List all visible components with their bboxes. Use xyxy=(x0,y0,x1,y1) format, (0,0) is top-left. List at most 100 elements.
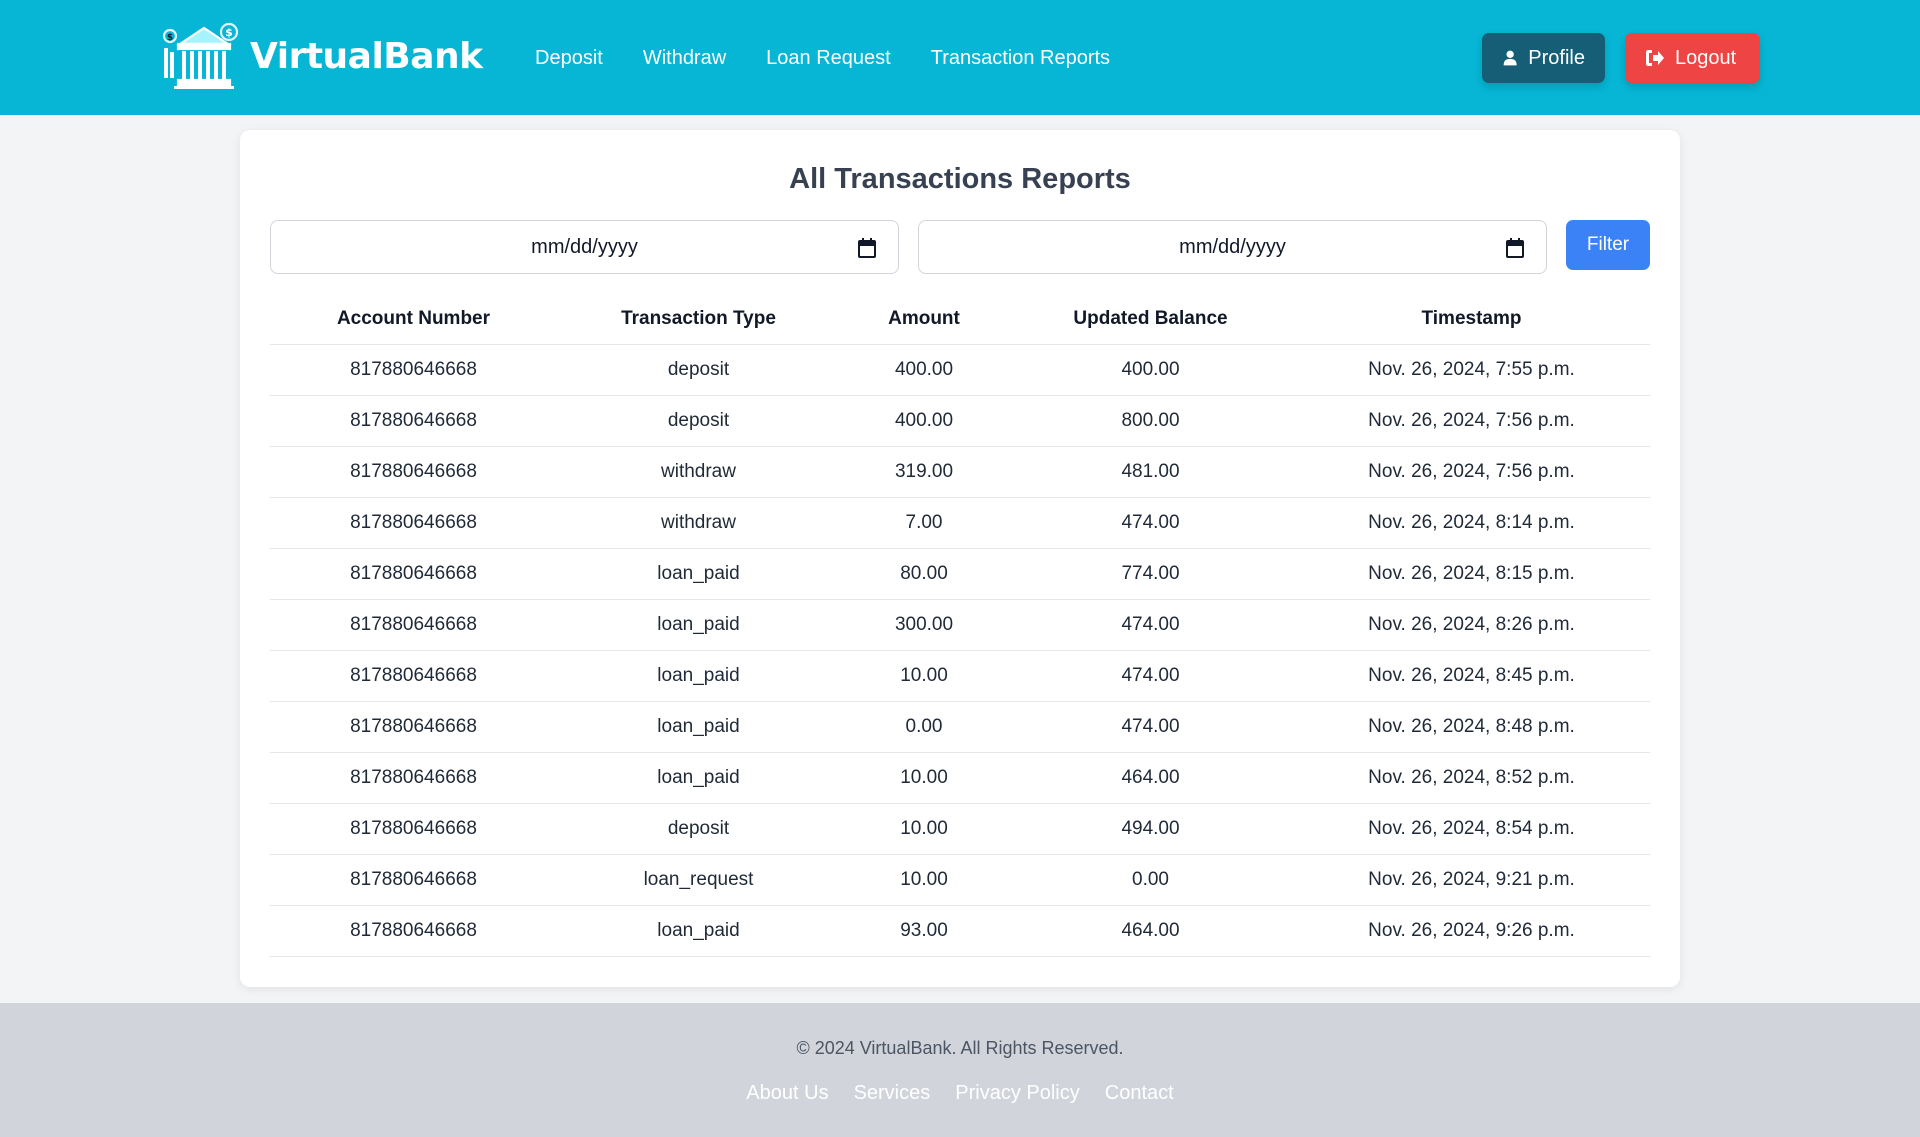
header-actions: Profile Logout xyxy=(1482,33,1760,83)
table-cell: 817880646668 xyxy=(270,905,557,957)
table-cell: 817880646668 xyxy=(270,395,557,447)
table-cell: 817880646668 xyxy=(270,599,557,651)
user-icon xyxy=(1503,50,1517,66)
calendar-icon[interactable] xyxy=(858,238,876,258)
table-body: 817880646668 deposit 400.00 400.00 Nov. 26, … xyxy=(270,344,1650,957)
footer-link-about-us[interactable]: About Us xyxy=(746,1082,828,1105)
table-row: 817880646668 loan_paid 10.00 464.00 Nov. 26,… xyxy=(270,752,1650,804)
footer-link-contact[interactable]: Contact xyxy=(1105,1082,1174,1105)
logout-button-label: Logout xyxy=(1675,46,1737,69)
table-row: 817880646668 loan_paid 80.00 774.00 Nov. 26,… xyxy=(270,548,1650,600)
table-cell: loan_paid xyxy=(557,650,840,702)
table-cell: 319.00 xyxy=(840,446,1008,498)
table-cell: loan_paid xyxy=(557,905,840,957)
table-cell: 774.00 xyxy=(1008,548,1293,600)
table-row: 817880646668 loan_request 10.00 0.00 Nov. 26… xyxy=(270,854,1650,906)
page-footer: © 2024 VirtualBank. All Rights Reserved.… xyxy=(0,1003,1920,1137)
table-cell: 817880646668 xyxy=(270,854,557,906)
table-cell: Nov. 26, 2024, 9:26 p.m. xyxy=(1293,905,1650,957)
table-cell: Nov. 26, 2024, 8:48 p.m. xyxy=(1293,701,1650,753)
table-row: 817880646668 loan_paid 300.00 474.00 Nov. 26… xyxy=(270,599,1650,651)
svg-text:$: $ xyxy=(225,26,233,39)
brand-name: VirtualBank xyxy=(250,35,483,77)
nav-deposit[interactable]: Deposit xyxy=(535,47,603,70)
table-cell: Nov. 26, 2024, 7:56 p.m. xyxy=(1293,446,1650,498)
table-cell: deposit xyxy=(557,395,840,447)
table-cell: 817880646668 xyxy=(270,497,557,549)
table-cell: 817880646668 xyxy=(270,752,557,804)
table-cell: loan_request xyxy=(557,854,840,906)
table-cell: 10.00 xyxy=(840,803,1008,855)
table-cell: loan_paid xyxy=(557,599,840,651)
table-cell: 817880646668 xyxy=(270,803,557,855)
table-row: 817880646668 loan_paid 93.00 464.00 Nov. 26,… xyxy=(270,905,1650,957)
copyright-text: © 2024 VirtualBank. All Rights Reserved. xyxy=(796,1038,1124,1058)
footer-link-privacy-policy[interactable]: Privacy Policy xyxy=(955,1082,1079,1105)
table-cell: 494.00 xyxy=(1008,803,1293,855)
table-row: 817880646668 withdraw 319.00 481.00 Nov. 26,… xyxy=(270,446,1650,498)
logout-button[interactable]: Logout xyxy=(1625,33,1760,83)
table-cell: 10.00 xyxy=(840,650,1008,702)
end-date-placeholder: mm/dd/yyyy xyxy=(1179,235,1286,258)
column-header: Timestamp xyxy=(1293,294,1650,345)
profile-button-label: Profile xyxy=(1528,46,1585,69)
table-cell: 800.00 xyxy=(1008,395,1293,447)
calendar-icon[interactable] xyxy=(1506,238,1524,258)
filter-button[interactable]: Filter xyxy=(1566,220,1650,270)
table-cell: Nov. 26, 2024, 7:55 p.m. xyxy=(1293,344,1650,396)
column-header: Account Number xyxy=(270,294,557,345)
table-header-row: Account Number Transaction Type Amount Upda… xyxy=(270,294,1650,345)
table-cell: 80.00 xyxy=(840,548,1008,600)
table-cell: Nov. 26, 2024, 8:14 p.m. xyxy=(1293,497,1650,549)
table-cell: Nov. 26, 2024, 8:26 p.m. xyxy=(1293,599,1650,651)
table-cell: deposit xyxy=(557,803,840,855)
profile-button[interactable]: Profile xyxy=(1482,33,1605,83)
table-cell: 474.00 xyxy=(1008,650,1293,702)
table-cell: 400.00 xyxy=(1008,344,1293,396)
footer-links: About Us Services Privacy Policy Contact xyxy=(0,1082,1920,1105)
table-cell: Nov. 26, 2024, 8:15 p.m. xyxy=(1293,548,1650,600)
start-date-input[interactable]: mm/dd/yyyy xyxy=(270,220,899,274)
table-cell: deposit xyxy=(557,344,840,396)
column-header: Transaction Type xyxy=(557,294,840,345)
table-cell: 93.00 xyxy=(840,905,1008,957)
table-cell: 817880646668 xyxy=(270,344,557,396)
table-row: 817880646668 deposit 10.00 494.00 Nov. 26, 2… xyxy=(270,803,1650,855)
table-cell: loan_paid xyxy=(557,752,840,804)
sign-out-icon xyxy=(1646,50,1664,66)
table-row: 817880646668 deposit 400.00 400.00 Nov. 26, … xyxy=(270,344,1650,396)
footer-link-services[interactable]: Services xyxy=(854,1082,931,1105)
table-cell: Nov. 26, 2024, 7:56 p.m. xyxy=(1293,395,1650,447)
table-cell: Nov. 26, 2024, 8:52 p.m. xyxy=(1293,752,1650,804)
table-cell: 400.00 xyxy=(840,344,1008,396)
column-header: Amount xyxy=(840,294,1008,345)
table-cell: 817880646668 xyxy=(270,548,557,600)
nav-loan-request[interactable]: Loan Request xyxy=(766,47,891,70)
table-row: 817880646668 loan_paid 0.00 474.00 Nov. 26, … xyxy=(270,701,1650,753)
table-cell: 474.00 xyxy=(1008,497,1293,549)
brand-logo[interactable]: $ $ VirtualBank xyxy=(160,22,483,90)
transactions-table: Account Number Transaction Type Amount Upda… xyxy=(270,294,1650,957)
table-cell: withdraw xyxy=(557,497,840,549)
end-date-input[interactable]: mm/dd/yyyy xyxy=(918,220,1547,274)
table-row: 817880646668 deposit 400.00 800.00 Nov. 26, … xyxy=(270,395,1650,447)
table-cell: 817880646668 xyxy=(270,446,557,498)
table-cell: 400.00 xyxy=(840,395,1008,447)
table-cell: Nov. 26, 2024, 8:54 p.m. xyxy=(1293,803,1650,855)
table-cell: 817880646668 xyxy=(270,701,557,753)
bank-building-icon: $ $ xyxy=(162,22,239,89)
table-cell: 0.00 xyxy=(1008,854,1293,906)
table-cell: 464.00 xyxy=(1008,905,1293,957)
svg-text:$: $ xyxy=(167,33,173,43)
column-header: Updated Balance xyxy=(1008,294,1293,345)
transactions-report-card: All Transactions Reports mm/dd/yyyy mm/d… xyxy=(240,130,1680,987)
table-cell: 10.00 xyxy=(840,752,1008,804)
nav-transaction-reports[interactable]: Transaction Reports xyxy=(931,47,1110,70)
table-cell: 474.00 xyxy=(1008,599,1293,651)
table-cell: Nov. 26, 2024, 9:21 p.m. xyxy=(1293,854,1650,906)
top-navbar: $ $ VirtualBank Deposit Withdraw Loan Re… xyxy=(0,0,1920,115)
nav-withdraw[interactable]: Withdraw xyxy=(643,47,726,70)
table-cell: 464.00 xyxy=(1008,752,1293,804)
page-title: All Transactions Reports xyxy=(789,163,1131,195)
table-cell: 0.00 xyxy=(840,701,1008,753)
